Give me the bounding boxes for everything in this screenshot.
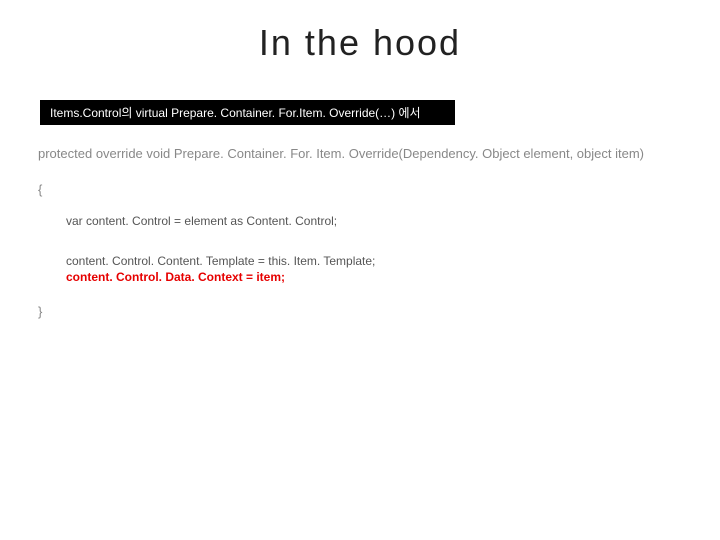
slide-title: In the hood xyxy=(0,22,720,64)
brace-close: } xyxy=(38,304,42,319)
brace-open: { xyxy=(38,182,42,197)
method-signature: protected override void Prepare. Contain… xyxy=(38,144,682,164)
label-bar: Items.Control의 virtual Prepare. Containe… xyxy=(40,100,455,125)
code-line-2: content. Control. Content. Template = th… xyxy=(66,254,375,268)
code-line-1: var content. Control = element as Conten… xyxy=(66,214,337,228)
code-line-3-highlight: content. Control. Data. Context = item; xyxy=(66,270,285,284)
slide: In the hood Items.Control의 virtual Prepa… xyxy=(0,0,720,540)
